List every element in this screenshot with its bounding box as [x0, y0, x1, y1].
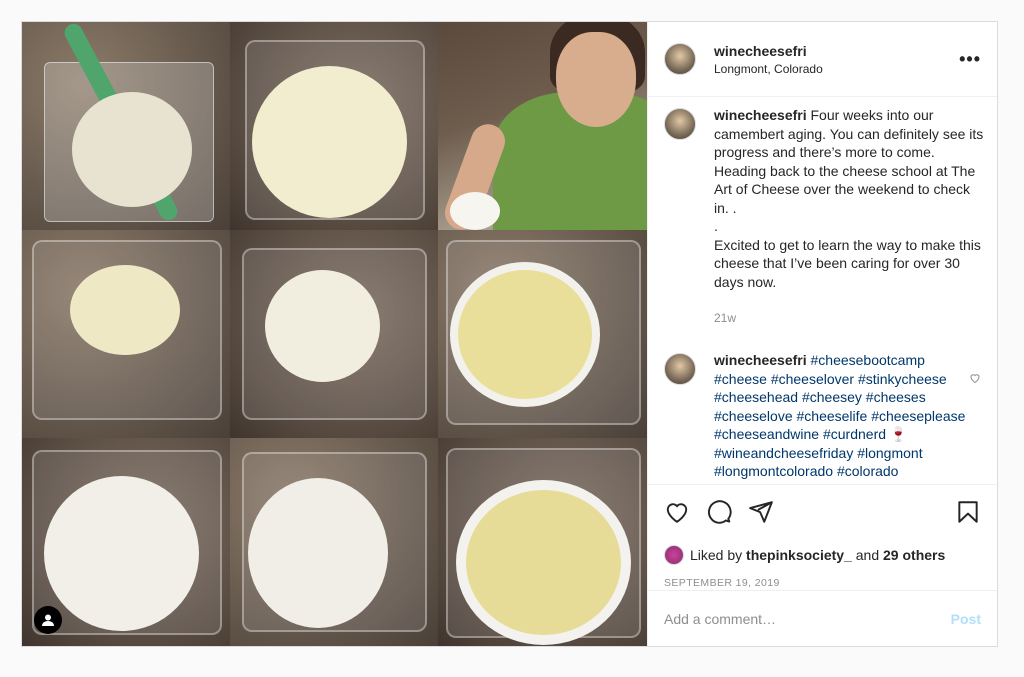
likes-and: and — [855, 547, 880, 563]
avatar[interactable] — [664, 108, 696, 140]
comments-section: winecheesefri Four weeks into our camemb… — [648, 98, 997, 484]
photo-tile — [438, 230, 647, 438]
caption-dot: . — [714, 218, 718, 234]
caption-username[interactable]: winecheesefri — [714, 107, 807, 123]
photo-tile — [22, 22, 230, 230]
photo-tile — [438, 22, 647, 230]
caption: winecheesefri Four weeks into our camemb… — [664, 106, 984, 325]
share-icon[interactable] — [748, 499, 774, 525]
avatar[interactable] — [664, 353, 696, 385]
avatar[interactable] — [664, 43, 696, 75]
photo-tile — [230, 438, 438, 646]
post-comment-button[interactable]: Post — [951, 611, 981, 627]
comment-username[interactable]: winecheesefri — [714, 352, 807, 368]
location-link[interactable]: Longmont, Colorado — [714, 62, 823, 76]
username-link[interactable]: winecheesefri — [714, 43, 823, 59]
action-icons — [664, 497, 981, 527]
photo-tile — [22, 230, 230, 438]
post-date[interactable]: SEPTEMBER 19, 2019 — [664, 577, 981, 589]
wine-emoji: 🍷 — [889, 426, 908, 442]
photo-tile — [438, 438, 647, 646]
caption-text: winecheesefri Four weeks into our camemb… — [714, 106, 984, 291]
caption-body: Four weeks into our camembert aging. You… — [714, 107, 984, 216]
caption-timestamp[interactable]: 21w — [714, 311, 984, 325]
likes-others-link[interactable]: 29 others — [883, 547, 945, 563]
post-photo[interactable] — [22, 22, 647, 646]
photo-collage — [22, 22, 647, 646]
hashtag-links-2[interactable]: #wineandcheesefriday #longmont #longmont… — [714, 445, 923, 480]
post-header: winecheesefri Longmont, Colorado ••• — [648, 22, 997, 97]
photo-tile — [230, 230, 438, 438]
instagram-post: winecheesefri Longmont, Colorado ••• win… — [21, 21, 998, 647]
action-bar: Liked by thepinksociety_ and 29 others S… — [648, 484, 997, 589]
comment-text: winecheesefri #cheesebootcamp #cheese #c… — [714, 351, 981, 481]
caption-body-2: Excited to get to learn the way to make … — [714, 236, 981, 290]
comment: winecheesefri #cheesebootcamp #cheese #c… — [664, 351, 981, 481]
comment-input[interactable] — [664, 610, 951, 627]
heart-icon[interactable] — [664, 499, 690, 525]
bookmark-icon[interactable] — [955, 499, 981, 525]
likes-summary: Liked by thepinksociety_ and 29 others — [664, 545, 981, 565]
ellipsis-icon[interactable]: ••• — [959, 49, 981, 70]
likes-prefix: Liked by — [690, 547, 743, 563]
liker-username[interactable]: thepinksociety_ — [746, 547, 852, 563]
post-sidebar: winecheesefri Longmont, Colorado ••• win… — [647, 22, 997, 646]
comment-like-heart-icon[interactable] — [969, 372, 981, 384]
comment-icon[interactable] — [706, 499, 732, 525]
liker-avatar[interactable] — [664, 545, 684, 565]
header-names: winecheesefri Longmont, Colorado — [714, 43, 823, 76]
user-tag-icon[interactable] — [34, 606, 62, 634]
photo-tile — [230, 22, 438, 230]
add-comment-bar: Post — [648, 590, 997, 646]
